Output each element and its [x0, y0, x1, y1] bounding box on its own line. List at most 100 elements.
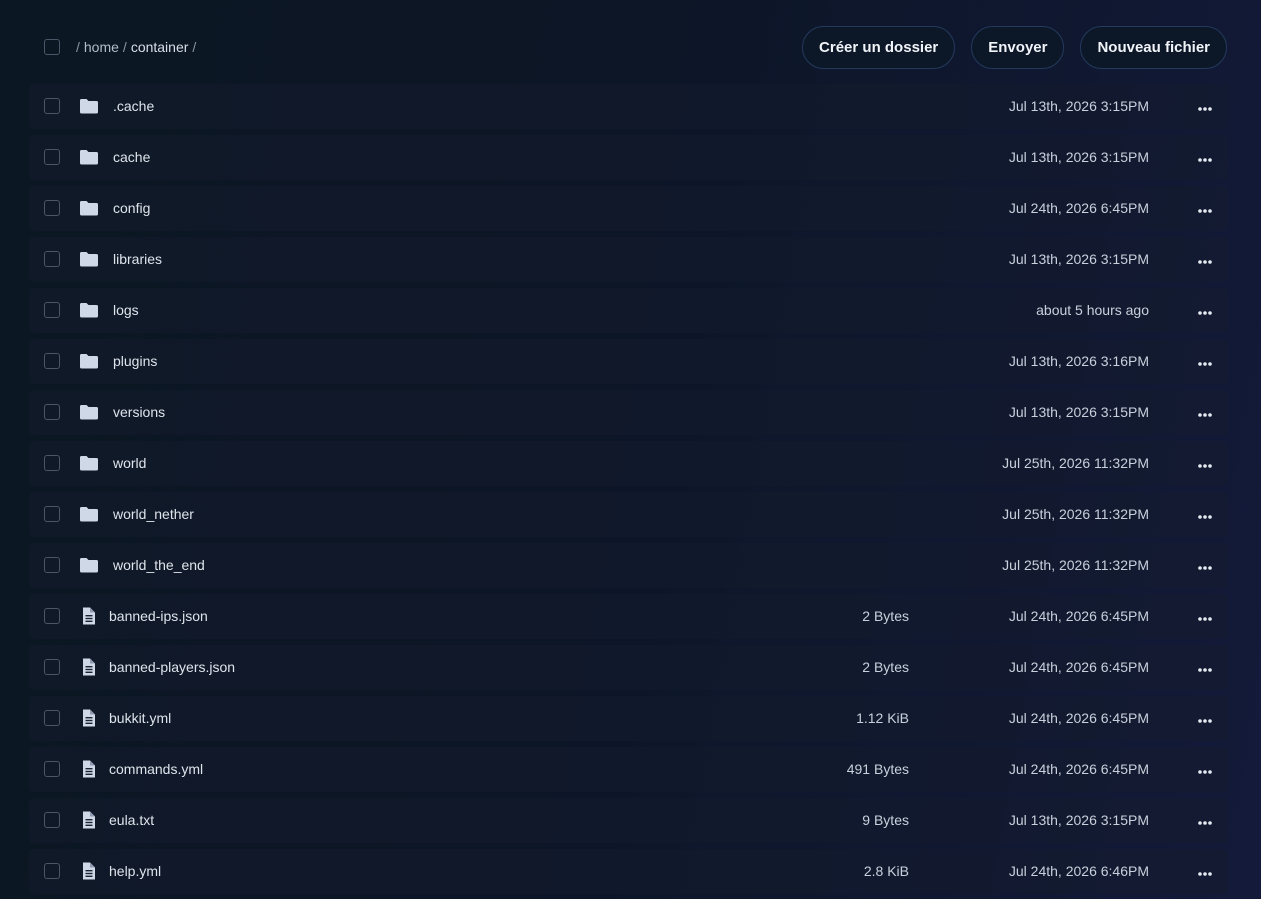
- folder-icon: [79, 301, 99, 319]
- file-row[interactable]: .cache Jul 13th, 2026 3:15PM: [29, 84, 1228, 129]
- row-checkbox[interactable]: [44, 557, 60, 573]
- file-row[interactable]: commands.yml 491 Bytes Jul 24th, 2026 6:45…: [29, 747, 1228, 792]
- file-name[interactable]: world: [113, 455, 146, 471]
- file-row[interactable]: cache Jul 13th, 2026 3:15PM: [29, 135, 1228, 180]
- more-options-icon[interactable]: [1198, 713, 1212, 723]
- folder-icon: [79, 403, 99, 421]
- file-name[interactable]: world_the_end: [113, 557, 205, 573]
- row-checkbox[interactable]: [44, 149, 60, 165]
- more-options-icon[interactable]: [1198, 509, 1212, 519]
- file-row[interactable]: libraries Jul 13th, 2026 3:15PM: [29, 237, 1228, 282]
- file-name[interactable]: versions: [113, 404, 165, 420]
- file-name[interactable]: logs: [113, 302, 139, 318]
- file-row[interactable]: world_the_end Jul 25th, 2026 11:32PM: [29, 543, 1228, 588]
- file-modified-date: Jul 13th, 2026 3:15PM: [1008, 251, 1149, 267]
- file-modified-date: Jul 24th, 2026 6:45PM: [1008, 200, 1149, 216]
- row-checkbox[interactable]: [44, 863, 60, 879]
- row-checkbox[interactable]: [44, 353, 60, 369]
- row-checkbox[interactable]: [44, 200, 60, 216]
- breadcrumb-container[interactable]: container: [131, 39, 189, 55]
- file-row[interactable]: versions Jul 13th, 2026 3:15PM: [29, 390, 1228, 435]
- file-row[interactable]: plugins Jul 13th, 2026 3:16PM: [29, 339, 1228, 384]
- file-name[interactable]: eula.txt: [109, 812, 154, 828]
- more-options-icon[interactable]: [1198, 866, 1212, 876]
- more-options-icon[interactable]: [1198, 815, 1212, 825]
- more-options-icon[interactable]: [1198, 305, 1212, 315]
- file-name[interactable]: world_nether: [113, 506, 194, 522]
- file-size: 9 Bytes: [862, 812, 909, 828]
- more-options-icon[interactable]: [1198, 101, 1212, 111]
- file-modified-date: Jul 25th, 2026 11:32PM: [1002, 455, 1149, 471]
- file-row[interactable]: banned-players.json 2 Bytes Jul 24th, 2026…: [29, 645, 1228, 690]
- folder-icon: [79, 505, 99, 523]
- file-modified-date: Jul 25th, 2026 11:32PM: [1002, 506, 1149, 522]
- file-size: 491 Bytes: [846, 761, 909, 777]
- folder-icon: [79, 148, 99, 166]
- row-checkbox[interactable]: [44, 404, 60, 420]
- more-options-icon[interactable]: [1198, 407, 1212, 417]
- file-name[interactable]: config: [113, 200, 150, 216]
- more-options-icon[interactable]: [1198, 611, 1212, 621]
- file-row[interactable]: config Jul 24th, 2026 6:45PM: [29, 186, 1228, 231]
- more-options-icon[interactable]: [1198, 560, 1212, 570]
- toolbar-actions: Créer un dossier Envoyer Nouveau fichier: [802, 26, 1227, 69]
- row-checkbox[interactable]: [44, 710, 60, 726]
- file-text-icon: [79, 658, 99, 676]
- row-checkbox[interactable]: [44, 659, 60, 675]
- more-options-icon[interactable]: [1198, 764, 1212, 774]
- row-checkbox[interactable]: [44, 506, 60, 522]
- file-modified-date: Jul 13th, 2026 3:15PM: [1008, 149, 1149, 165]
- file-name[interactable]: .cache: [113, 98, 154, 114]
- create-folder-button[interactable]: Créer un dossier: [802, 26, 956, 69]
- more-options-icon[interactable]: [1198, 254, 1212, 264]
- file-text-icon: [79, 607, 99, 625]
- file-row[interactable]: world_nether Jul 25th, 2026 11:32PM: [29, 492, 1228, 537]
- file-modified-date: Jul 13th, 2026 3:15PM: [1008, 404, 1149, 420]
- folder-icon: [79, 352, 99, 370]
- file-modified-date: Jul 13th, 2026 3:15PM: [1008, 98, 1149, 114]
- file-row[interactable]: banned-ips.json 2 Bytes Jul 24th, 2026 6:4…: [29, 594, 1228, 639]
- file-row[interactable]: logs about 5 hours ago: [29, 288, 1228, 333]
- breadcrumb-separator: /: [76, 39, 80, 55]
- breadcrumb-home[interactable]: home: [84, 39, 119, 55]
- breadcrumb-separator: /: [122, 39, 127, 55]
- file-modified-date: Jul 24th, 2026 6:45PM: [1008, 659, 1149, 675]
- more-options-icon[interactable]: [1198, 662, 1212, 672]
- more-options-icon[interactable]: [1198, 152, 1212, 162]
- file-row[interactable]: help.yml 2.8 KiB Jul 24th, 2026 6:46PM: [29, 849, 1228, 894]
- file-modified-date: Jul 24th, 2026 6:45PM: [1008, 608, 1149, 624]
- file-size: 2.8 KiB: [863, 863, 909, 879]
- file-name[interactable]: plugins: [113, 353, 157, 369]
- breadcrumb: / home / container /: [76, 39, 196, 55]
- file-row[interactable]: bukkit.yml 1.12 KiB Jul 24th, 2026 6:45PM: [29, 696, 1228, 741]
- row-checkbox[interactable]: [44, 455, 60, 471]
- folder-icon: [79, 454, 99, 472]
- file-name[interactable]: help.yml: [109, 863, 161, 879]
- row-checkbox[interactable]: [44, 812, 60, 828]
- file-name[interactable]: banned-ips.json: [109, 608, 208, 624]
- row-checkbox[interactable]: [44, 98, 60, 114]
- file-name[interactable]: libraries: [113, 251, 162, 267]
- select-all-checkbox[interactable]: [44, 39, 60, 55]
- file-name[interactable]: commands.yml: [109, 761, 203, 777]
- file-size: 2 Bytes: [862, 608, 909, 624]
- more-options-icon[interactable]: [1198, 458, 1212, 468]
- upload-button[interactable]: Envoyer: [971, 26, 1065, 69]
- folder-icon: [79, 199, 99, 217]
- new-file-button[interactable]: Nouveau fichier: [1080, 26, 1227, 69]
- file-text-icon: [79, 811, 99, 829]
- row-checkbox[interactable]: [44, 302, 60, 318]
- row-checkbox[interactable]: [44, 251, 60, 267]
- row-checkbox[interactable]: [44, 608, 60, 624]
- file-row[interactable]: eula.txt 9 Bytes Jul 13th, 2026 3:15PM: [29, 798, 1228, 843]
- file-size: 2 Bytes: [862, 659, 909, 675]
- row-checkbox[interactable]: [44, 761, 60, 777]
- breadcrumb-separator: /: [192, 39, 197, 55]
- file-name[interactable]: banned-players.json: [109, 659, 235, 675]
- more-options-icon[interactable]: [1198, 356, 1212, 366]
- file-row[interactable]: world Jul 25th, 2026 11:32PM: [29, 441, 1228, 486]
- file-name[interactable]: cache: [113, 149, 150, 165]
- file-name[interactable]: bukkit.yml: [109, 710, 171, 726]
- file-modified-date: Jul 24th, 2026 6:46PM: [1008, 863, 1149, 879]
- more-options-icon[interactable]: [1198, 203, 1212, 213]
